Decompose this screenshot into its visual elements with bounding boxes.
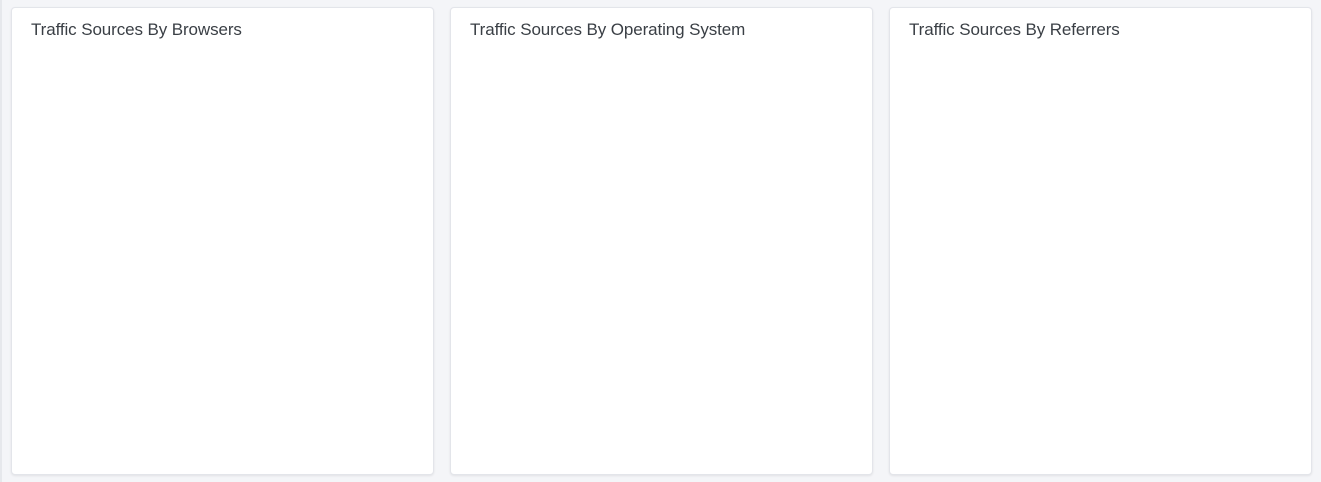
operating-system-chart-area bbox=[451, 56, 872, 474]
referrers-card: Traffic Sources By Referrers bbox=[889, 7, 1312, 475]
browsers-chart-area bbox=[12, 56, 433, 474]
operating-system-card: Traffic Sources By Operating System bbox=[450, 7, 873, 475]
card-title: Traffic Sources By Operating System bbox=[470, 20, 746, 39]
card-title: Traffic Sources By Browsers bbox=[31, 20, 242, 39]
page-left-edge bbox=[0, 0, 2, 482]
referrers-chart-area bbox=[890, 56, 1311, 474]
card-title: Traffic Sources By Referrers bbox=[909, 20, 1120, 39]
browsers-card: Traffic Sources By Browsers bbox=[11, 7, 434, 475]
